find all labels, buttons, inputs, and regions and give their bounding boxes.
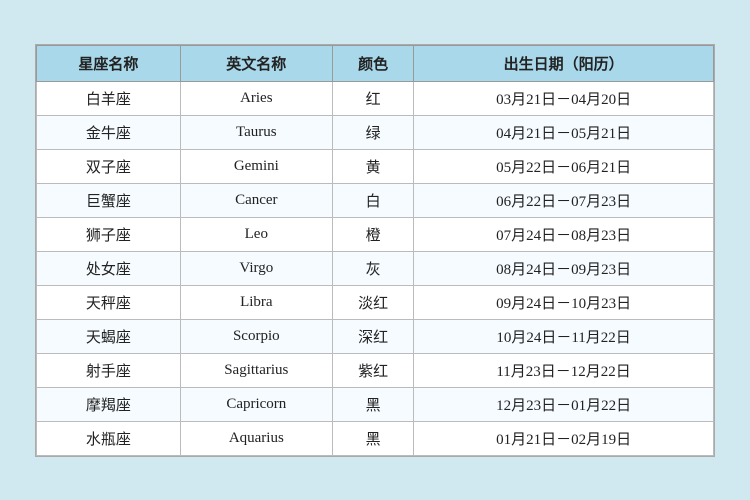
table-cell: Cancer <box>180 183 332 217</box>
table-cell: 天蝎座 <box>37 319 181 353</box>
table-cell: 09月24日－10月23日 <box>414 285 714 319</box>
table-cell: Capricorn <box>180 387 332 421</box>
table-cell: 黑 <box>332 387 413 421</box>
table-cell: 紫红 <box>332 353 413 387</box>
table-cell: 12月23日－01月22日 <box>414 387 714 421</box>
table-cell: 07月24日－08月23日 <box>414 217 714 251</box>
table-cell: 双子座 <box>37 149 181 183</box>
table-cell: Aquarius <box>180 421 332 455</box>
col-header-birthdate: 出生日期（阳历） <box>414 45 714 81</box>
table-cell: 天秤座 <box>37 285 181 319</box>
zodiac-table-container: 星座名称 英文名称 颜色 出生日期（阳历） 白羊座Aries红03月21日－04… <box>35 44 715 457</box>
table-cell: 05月22日－06月21日 <box>414 149 714 183</box>
table-cell: Aries <box>180 81 332 115</box>
table-row: 狮子座Leo橙07月24日－08月23日 <box>37 217 714 251</box>
table-cell: 深红 <box>332 319 413 353</box>
table-cell: 淡红 <box>332 285 413 319</box>
table-cell: 10月24日－11月22日 <box>414 319 714 353</box>
table-row: 摩羯座Capricorn黑12月23日－01月22日 <box>37 387 714 421</box>
table-cell: 黄 <box>332 149 413 183</box>
table-header-row: 星座名称 英文名称 颜色 出生日期（阳历） <box>37 45 714 81</box>
table-cell: 射手座 <box>37 353 181 387</box>
table-cell: 03月21日－04月20日 <box>414 81 714 115</box>
table-cell: 白 <box>332 183 413 217</box>
table-cell: 巨蟹座 <box>37 183 181 217</box>
zodiac-table: 星座名称 英文名称 颜色 出生日期（阳历） 白羊座Aries红03月21日－04… <box>36 45 714 456</box>
table-row: 双子座Gemini黄05月22日－06月21日 <box>37 149 714 183</box>
table-row: 巨蟹座Cancer白06月22日－07月23日 <box>37 183 714 217</box>
table-row: 射手座Sagittarius紫红11月23日－12月22日 <box>37 353 714 387</box>
table-cell: Taurus <box>180 115 332 149</box>
table-body: 白羊座Aries红03月21日－04月20日金牛座Taurus绿04月21日－0… <box>37 81 714 455</box>
table-cell: 橙 <box>332 217 413 251</box>
table-cell: 01月21日－02月19日 <box>414 421 714 455</box>
table-cell: 水瓶座 <box>37 421 181 455</box>
col-header-english-name: 英文名称 <box>180 45 332 81</box>
table-cell: 金牛座 <box>37 115 181 149</box>
table-cell: Gemini <box>180 149 332 183</box>
table-cell: 处女座 <box>37 251 181 285</box>
table-cell: 11月23日－12月22日 <box>414 353 714 387</box>
table-cell: 08月24日－09月23日 <box>414 251 714 285</box>
table-row: 天蝎座Scorpio深红10月24日－11月22日 <box>37 319 714 353</box>
table-cell: Libra <box>180 285 332 319</box>
col-header-color: 颜色 <box>332 45 413 81</box>
table-cell: Leo <box>180 217 332 251</box>
table-cell: 狮子座 <box>37 217 181 251</box>
col-header-chinese-name: 星座名称 <box>37 45 181 81</box>
table-cell: 绿 <box>332 115 413 149</box>
table-cell: 04月21日－05月21日 <box>414 115 714 149</box>
table-cell: Sagittarius <box>180 353 332 387</box>
table-cell: 白羊座 <box>37 81 181 115</box>
table-cell: Scorpio <box>180 319 332 353</box>
table-cell: 灰 <box>332 251 413 285</box>
table-cell: Virgo <box>180 251 332 285</box>
table-row: 处女座Virgo灰08月24日－09月23日 <box>37 251 714 285</box>
table-cell: 黑 <box>332 421 413 455</box>
table-row: 金牛座Taurus绿04月21日－05月21日 <box>37 115 714 149</box>
table-cell: 红 <box>332 81 413 115</box>
table-row: 白羊座Aries红03月21日－04月20日 <box>37 81 714 115</box>
table-cell: 06月22日－07月23日 <box>414 183 714 217</box>
table-row: 天秤座Libra淡红09月24日－10月23日 <box>37 285 714 319</box>
table-cell: 摩羯座 <box>37 387 181 421</box>
table-row: 水瓶座Aquarius黑01月21日－02月19日 <box>37 421 714 455</box>
